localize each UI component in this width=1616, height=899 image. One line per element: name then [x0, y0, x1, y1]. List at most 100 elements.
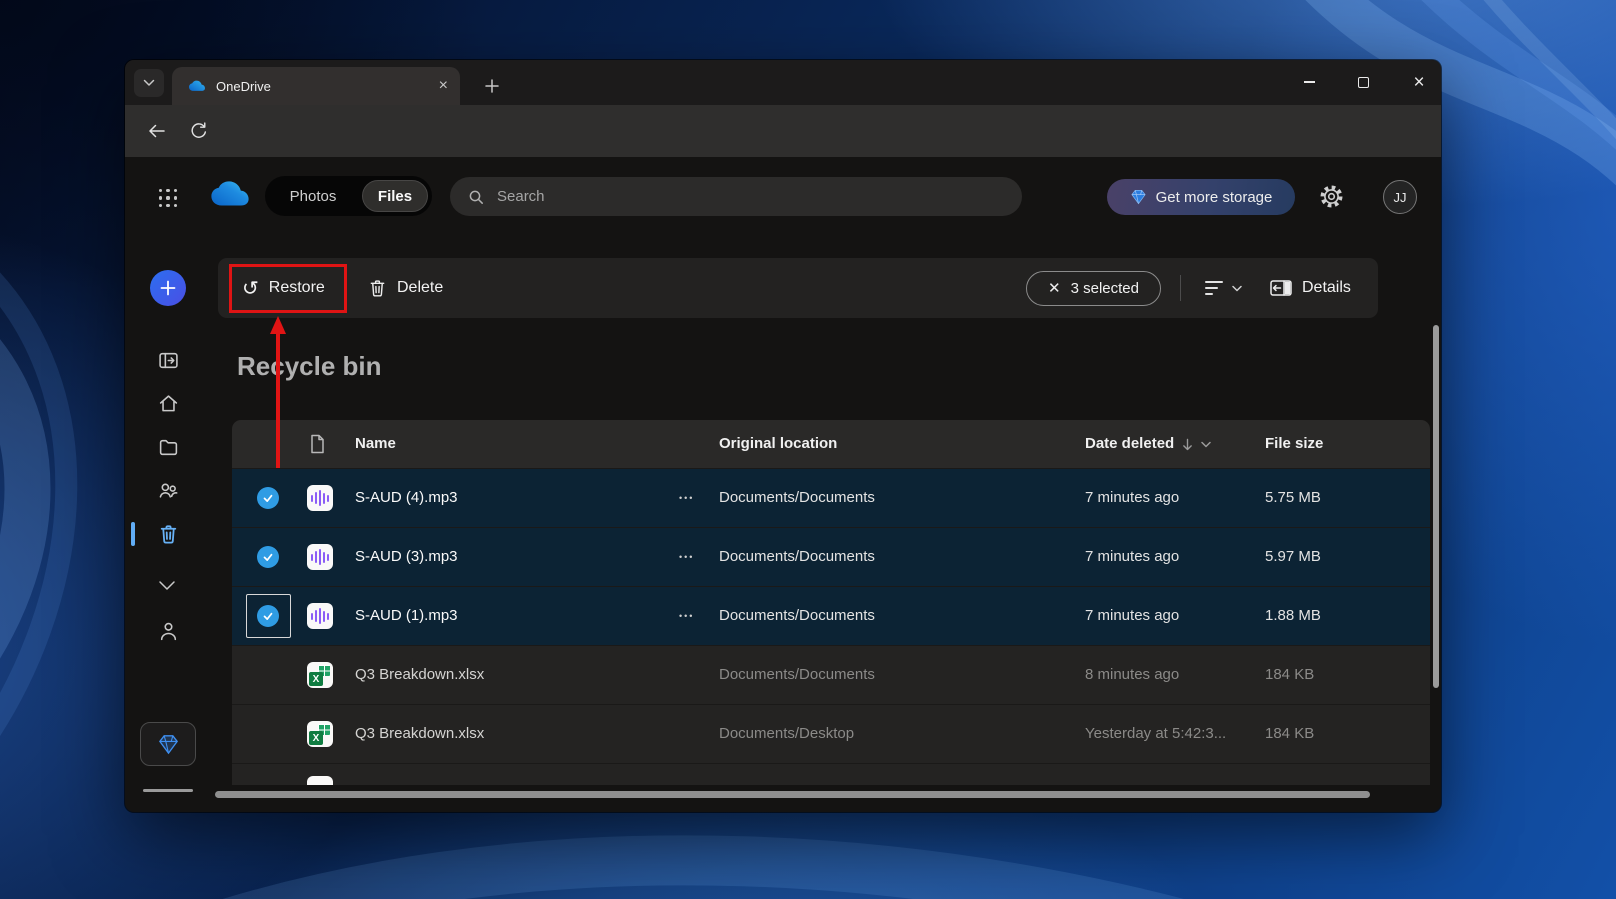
details-label: Details	[1302, 279, 1351, 297]
window-close-button[interactable]: ×	[1397, 63, 1441, 101]
arrow-left-icon	[147, 121, 167, 141]
file-size: 184 KB	[1265, 646, 1314, 704]
person-outline-icon	[158, 620, 179, 642]
details-pane-icon	[1270, 279, 1292, 297]
minimize-icon	[1304, 81, 1315, 83]
back-button[interactable]	[147, 121, 169, 143]
refresh-button[interactable]	[189, 121, 211, 143]
audio-file-icon	[307, 603, 333, 629]
file-size: 5.97 MB	[1265, 528, 1321, 586]
trash-icon	[158, 524, 179, 545]
row-checkbox-checked[interactable]	[257, 546, 279, 568]
tab-close-icon[interactable]: ×	[439, 78, 448, 94]
sidebar-item-home[interactable]	[158, 393, 179, 414]
tab-title: OneDrive	[216, 79, 439, 94]
home-icon	[158, 393, 179, 414]
table-row[interactable]: X Q3 Breakdown.xlsx Documents/Documents …	[232, 646, 1430, 704]
browser-tab-onedrive[interactable]: OneDrive ×	[172, 67, 460, 105]
file-size: 5.75 MB	[1265, 469, 1321, 527]
file-date-deleted: 7 minutes ago	[1085, 587, 1179, 645]
selection-count-button[interactable]: ✕ 3 selected	[1026, 271, 1161, 306]
column-header-name[interactable]: Name	[355, 420, 396, 468]
annotation-arrow-head	[270, 316, 286, 334]
chevron-down-icon	[143, 79, 155, 87]
file-date-deleted: Yesterday at 5:42:3...	[1085, 705, 1226, 763]
table-row-partial	[232, 764, 1430, 785]
row-checkbox-checked[interactable]	[257, 605, 279, 627]
row-more-button[interactable]: •••	[679, 528, 694, 586]
account-avatar[interactable]: JJ	[1383, 180, 1417, 214]
sort-button[interactable]	[1205, 272, 1242, 304]
maximize-icon	[1358, 77, 1369, 88]
file-name: Q3 Breakdown.xlsx	[355, 705, 484, 763]
toggle-files[interactable]: Files	[362, 180, 428, 212]
tab-strip: OneDrive × ×	[125, 60, 1441, 105]
row-more-button[interactable]: •••	[679, 587, 694, 645]
check-icon	[261, 550, 275, 564]
new-add-button[interactable]	[150, 270, 186, 306]
audio-file-icon	[307, 544, 333, 570]
command-bar: ↺ Restore Delete ✕ 3 selected Details	[218, 258, 1378, 318]
file-size: 1.88 MB	[1265, 587, 1321, 645]
column-header-size[interactable]: File size	[1265, 420, 1323, 468]
chevron-down-icon	[158, 580, 176, 591]
close-icon: ×	[1413, 73, 1424, 92]
onedrive-logo[interactable]	[209, 180, 251, 208]
file-date-deleted: 7 minutes ago	[1085, 528, 1179, 586]
column-header-date[interactable]: Date deleted	[1085, 420, 1211, 468]
table-row[interactable]: S-AUD (3).mp3 ••• Documents/Documents 7 …	[232, 528, 1430, 586]
panel-open-icon	[158, 350, 179, 371]
table-header-row: Name Original location Date deleted File…	[232, 420, 1430, 468]
file-name: Q3 Breakdown.xlsx	[355, 646, 484, 704]
check-icon	[261, 609, 275, 623]
sidebar-expand-button[interactable]	[158, 580, 179, 594]
sidebar-item-shared[interactable]	[158, 480, 179, 501]
search-icon	[468, 189, 484, 205]
delete-label: Delete	[397, 279, 443, 297]
toggle-photos[interactable]: Photos	[265, 188, 361, 205]
annotation-highlight-box	[229, 264, 347, 313]
window-maximize-button[interactable]	[1341, 63, 1385, 101]
file-name: S-AUD (3).mp3	[355, 528, 458, 586]
sidebar-item-person[interactable]	[158, 620, 179, 641]
search-input[interactable]: Search	[450, 177, 1022, 216]
tab-search-dropdown-button[interactable]	[134, 69, 164, 97]
sidebar-item-recycle-bin[interactable]	[158, 524, 179, 545]
chevron-down-icon	[1201, 441, 1211, 448]
partial-file-icon	[307, 776, 333, 785]
sidebar-open-panel-button[interactable]	[158, 350, 179, 371]
plus-icon	[485, 79, 499, 93]
horizontal-scrollbar[interactable]	[215, 791, 1370, 798]
file-location: Documents/Documents	[719, 528, 875, 586]
annotation-arrow-line	[276, 333, 280, 468]
toolbar-divider	[1180, 275, 1181, 301]
gear-icon	[1318, 183, 1345, 210]
window-minimize-button[interactable]	[1287, 63, 1331, 101]
app-launcher-button[interactable]	[157, 187, 179, 209]
file-date-deleted: 8 minutes ago	[1085, 646, 1179, 704]
sidebar-item-my-files[interactable]	[158, 437, 179, 458]
table-row[interactable]: X Q3 Breakdown.xlsx Documents/Desktop Ye…	[232, 705, 1430, 763]
row-more-button[interactable]: •••	[679, 469, 694, 527]
column-header-location[interactable]: Original location	[719, 420, 837, 468]
vertical-scrollbar[interactable]	[1433, 325, 1439, 688]
browser-toolbar: https://onedrive.live.com/?view=5 ☆ ••• …	[125, 105, 1441, 157]
settings-button[interactable]	[1318, 183, 1345, 210]
sort-descending-icon	[1182, 438, 1193, 451]
table-row[interactable]: S-AUD (4).mp3 ••• Documents/Documents 7 …	[232, 469, 1430, 527]
premium-button[interactable]	[140, 722, 196, 766]
details-button[interactable]: Details	[1270, 268, 1351, 308]
storage-usage-bar	[143, 789, 193, 792]
clear-selection-icon[interactable]: ✕	[1048, 281, 1061, 296]
search-placeholder: Search	[497, 188, 545, 205]
selected-count-label: 3 selected	[1071, 280, 1139, 297]
row-checkbox-checked[interactable]	[257, 487, 279, 509]
file-name: S-AUD (4).mp3	[355, 469, 458, 527]
new-tab-button[interactable]	[477, 71, 507, 101]
diamond-icon	[157, 734, 180, 755]
document-icon[interactable]	[308, 434, 326, 454]
delete-button[interactable]: Delete	[368, 267, 443, 309]
get-more-storage-button[interactable]: Get more storage	[1107, 179, 1295, 215]
file-size: 184 KB	[1265, 705, 1314, 763]
table-row[interactable]: S-AUD (1).mp3 ••• Documents/Documents 7 …	[232, 587, 1430, 645]
